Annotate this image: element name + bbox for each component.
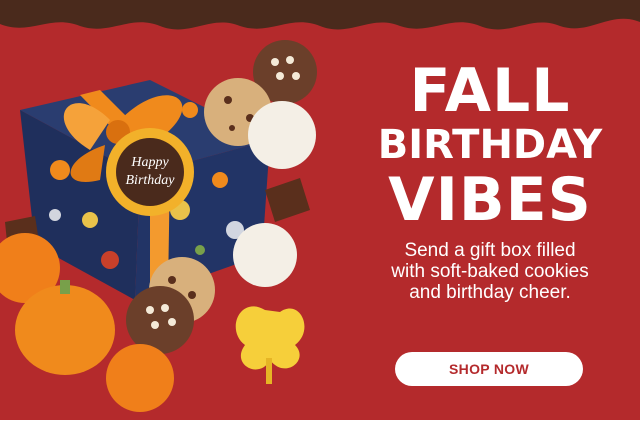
tag-line-1: Happy bbox=[130, 155, 169, 170]
cookie-orange-round bbox=[106, 344, 174, 412]
banner-subtext: Send a gift box filled with soft-baked c… bbox=[391, 240, 589, 303]
cookie-chocolate-bottom bbox=[126, 286, 194, 354]
tag-line-2: Birthday bbox=[126, 173, 176, 188]
bottom-white-strip bbox=[0, 420, 640, 430]
cookie-yellow-leaf bbox=[235, 306, 305, 384]
banner-copy: FALL BIRTHDAY VIBES Send a gift box fill… bbox=[355, 60, 625, 303]
headline-line-2: BIRTHDAY bbox=[377, 122, 603, 168]
cookie-gift-box-illustration: Happy Birthday bbox=[0, 40, 317, 412]
cookie-sugar bbox=[248, 101, 316, 169]
headline-line-1: FALL bbox=[409, 56, 571, 126]
shop-now-button[interactable]: SHOP NOW bbox=[395, 352, 583, 386]
brownie-right bbox=[265, 178, 310, 222]
cookie-sugar-2 bbox=[233, 223, 297, 287]
chocolate-wave-band bbox=[0, 0, 640, 44]
promo-banner: Happy Birthday FALL BIRTHDAY VIBES Send … bbox=[0, 0, 640, 420]
headline-line-3: VIBES bbox=[388, 165, 592, 235]
happy-birthday-tag: Happy Birthday bbox=[106, 128, 194, 216]
